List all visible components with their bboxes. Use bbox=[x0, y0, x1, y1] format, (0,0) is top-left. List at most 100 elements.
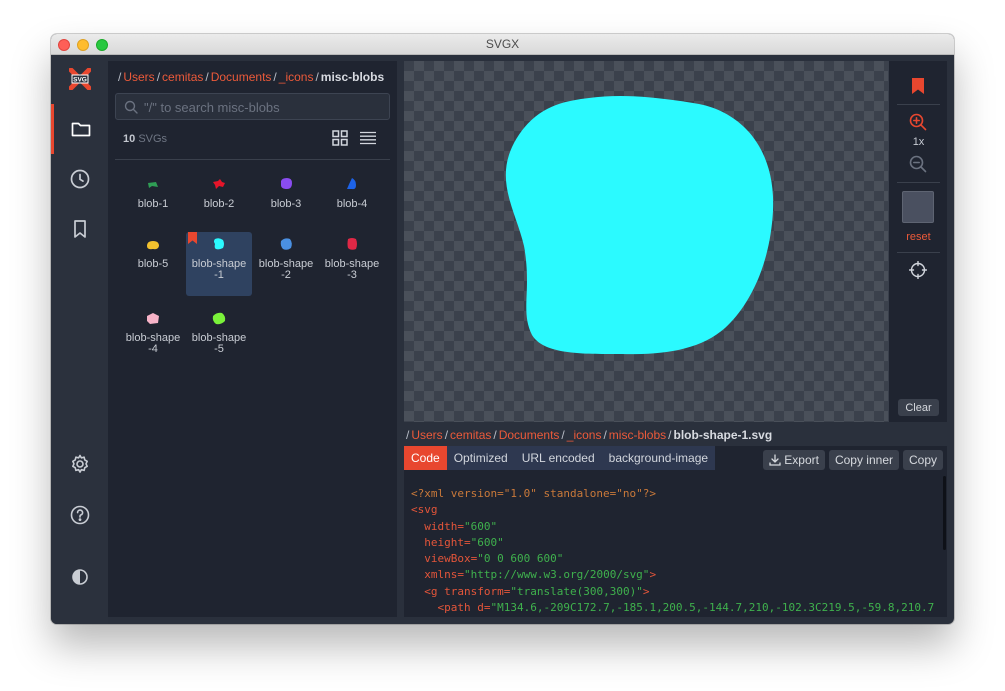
breadcrumb-link[interactable]: Users bbox=[411, 428, 442, 442]
tab-optimized[interactable]: Optimized bbox=[447, 446, 515, 470]
blob-thumbnail bbox=[280, 238, 292, 250]
code-tabs: Code Optimized URL encoded background-im… bbox=[404, 446, 716, 470]
tab-code[interactable]: Code bbox=[404, 446, 447, 470]
code-actions: Export Copy inner Copy bbox=[763, 450, 943, 470]
nav-item-folder[interactable] bbox=[51, 104, 108, 154]
file-name: blob-3 bbox=[270, 198, 302, 210]
current-file-name: blob-shape-1.svg bbox=[673, 428, 773, 442]
file-name: blob-shape-4 bbox=[125, 332, 181, 355]
download-icon bbox=[769, 454, 781, 466]
code-line: <svg bbox=[411, 502, 936, 518]
svgx-logo-icon: SVG bbox=[69, 68, 91, 90]
clear-button[interactable]: Clear bbox=[898, 399, 939, 416]
file-tile[interactable]: blob-shape-3 bbox=[319, 234, 385, 298]
nav-item-help[interactable] bbox=[51, 490, 108, 540]
blob-5-shape bbox=[147, 241, 159, 250]
search-box[interactable] bbox=[115, 93, 390, 120]
breadcrumb-link[interactable]: cemitas bbox=[162, 70, 203, 84]
code-token: d= bbox=[477, 601, 491, 615]
grid-view-icon[interactable] bbox=[332, 130, 348, 146]
tab-url-encoded[interactable]: URL encoded bbox=[515, 446, 602, 470]
svg-count-label: SVGs bbox=[138, 133, 168, 145]
search-input[interactable] bbox=[144, 98, 384, 116]
gear-icon bbox=[71, 454, 88, 473]
toolbar-divider bbox=[897, 182, 940, 183]
file-name: blob-shape-3 bbox=[324, 258, 380, 281]
breadcrumb-link[interactable]: Documents bbox=[211, 70, 272, 84]
blob-shape-1-shape bbox=[214, 238, 224, 250]
file-name: blob-2 bbox=[203, 198, 235, 210]
divider bbox=[115, 159, 390, 160]
nav-item-settings[interactable] bbox=[51, 439, 108, 489]
export-button[interactable]: Export bbox=[763, 450, 825, 470]
breadcrumb-link[interactable]: misc-blobs bbox=[609, 428, 666, 442]
file-tile[interactable]: blob-shape-5 bbox=[186, 308, 252, 372]
export-label: Export bbox=[784, 453, 819, 467]
svg-count-number: 10 bbox=[123, 133, 136, 145]
blob-preview-shape bbox=[505, 96, 774, 355]
bookmark-filled-icon[interactable] bbox=[909, 77, 927, 95]
file-name: blob-shape-2 bbox=[258, 258, 314, 281]
breadcrumb-link[interactable]: _icons bbox=[567, 428, 602, 442]
nav-item-theme[interactable] bbox=[51, 552, 108, 602]
bookmark-icon bbox=[73, 220, 86, 238]
copy-inner-button[interactable]: Copy inner bbox=[828, 450, 899, 470]
file-name: blob-shape-1 bbox=[191, 258, 247, 281]
code-token: "600" bbox=[470, 535, 504, 549]
blob-shape-2-shape bbox=[280, 238, 292, 250]
tab-background-image[interactable]: background-image bbox=[602, 446, 715, 470]
blob-1-shape bbox=[148, 182, 158, 188]
nav-item-bookmarks[interactable] bbox=[51, 204, 108, 254]
file-tile[interactable]: blob-4 bbox=[319, 174, 385, 220]
code-token: transform= bbox=[444, 584, 511, 598]
blob-shape-3-shape bbox=[347, 238, 357, 250]
blob-4-shape bbox=[347, 178, 356, 190]
blob-shape-5-shape bbox=[212, 312, 226, 325]
blob-thumbnail bbox=[147, 313, 159, 324]
file-tile[interactable]: blob-3 bbox=[253, 174, 319, 220]
help-icon bbox=[70, 505, 89, 525]
code-line: height="600" bbox=[411, 535, 936, 551]
svg-preview-canvas[interactable] bbox=[404, 61, 888, 422]
window-title: SVGX bbox=[485, 37, 520, 51]
file-tile[interactable]: blob-2 bbox=[186, 174, 252, 220]
breadcrumb-link[interactable]: cemitas bbox=[450, 428, 491, 442]
file-tile[interactable]: blob-5 bbox=[120, 234, 186, 280]
blob-shape-4-shape bbox=[147, 313, 159, 324]
nav-item-history[interactable] bbox=[51, 154, 108, 204]
background-color-swatch[interactable] bbox=[902, 191, 934, 223]
file-tile-selected[interactable]: blob-shape-1 bbox=[186, 232, 252, 296]
zoom-in-icon[interactable] bbox=[909, 113, 927, 131]
file-tile[interactable]: blob-1 bbox=[120, 174, 186, 220]
list-view-icon[interactable] bbox=[360, 131, 376, 145]
copy-button[interactable]: Copy bbox=[902, 450, 943, 470]
blob-thumbnail bbox=[347, 178, 356, 190]
code-token: "M134.6,-209C172.7,-185.1,200.5,-144.7,2… bbox=[490, 601, 937, 615]
breadcrumb-link[interactable]: Documents bbox=[499, 428, 560, 442]
code-token: height= bbox=[424, 535, 471, 549]
code-scrollbar[interactable] bbox=[943, 476, 946, 550]
code-panel: Code Optimized URL encoded background-im… bbox=[404, 446, 947, 617]
code-view[interactable]: <?xml version="1.0" standalone="no"?> <sv… bbox=[411, 486, 936, 617]
file-tile[interactable]: blob-shape-2 bbox=[253, 234, 319, 298]
svg-count: 10 SVGs bbox=[123, 133, 167, 145]
file-tile[interactable]: blob-shape-4 bbox=[120, 308, 186, 372]
file-name: blob-5 bbox=[137, 258, 169, 270]
blob-thumbnail bbox=[347, 238, 357, 250]
file-name: blob-1 bbox=[137, 198, 169, 210]
code-line: <?xml version="1.0" standalone="no"?> bbox=[411, 487, 657, 500]
blob-thumbnail bbox=[281, 178, 292, 189]
crosshair-icon[interactable] bbox=[909, 261, 927, 279]
breadcrumb-link[interactable]: Users bbox=[123, 70, 154, 84]
breadcrumb-link[interactable]: _icons bbox=[279, 70, 314, 84]
blob-thumbnail bbox=[148, 182, 158, 188]
zoom-out-icon[interactable] bbox=[909, 155, 927, 173]
folder-icon bbox=[71, 122, 91, 137]
blob-thumbnail bbox=[213, 179, 225, 189]
file-name: blob-4 bbox=[336, 198, 368, 210]
toolbar-divider bbox=[897, 252, 940, 253]
reset-button[interactable]: reset bbox=[889, 231, 948, 243]
file-breadcrumb: / Users / cemitas / Documents / _icons / misc-blo… bbox=[406, 428, 773, 442]
preview-toolbar: 1x reset Clear bbox=[888, 61, 947, 422]
title-bar: SVGX bbox=[51, 34, 954, 55]
